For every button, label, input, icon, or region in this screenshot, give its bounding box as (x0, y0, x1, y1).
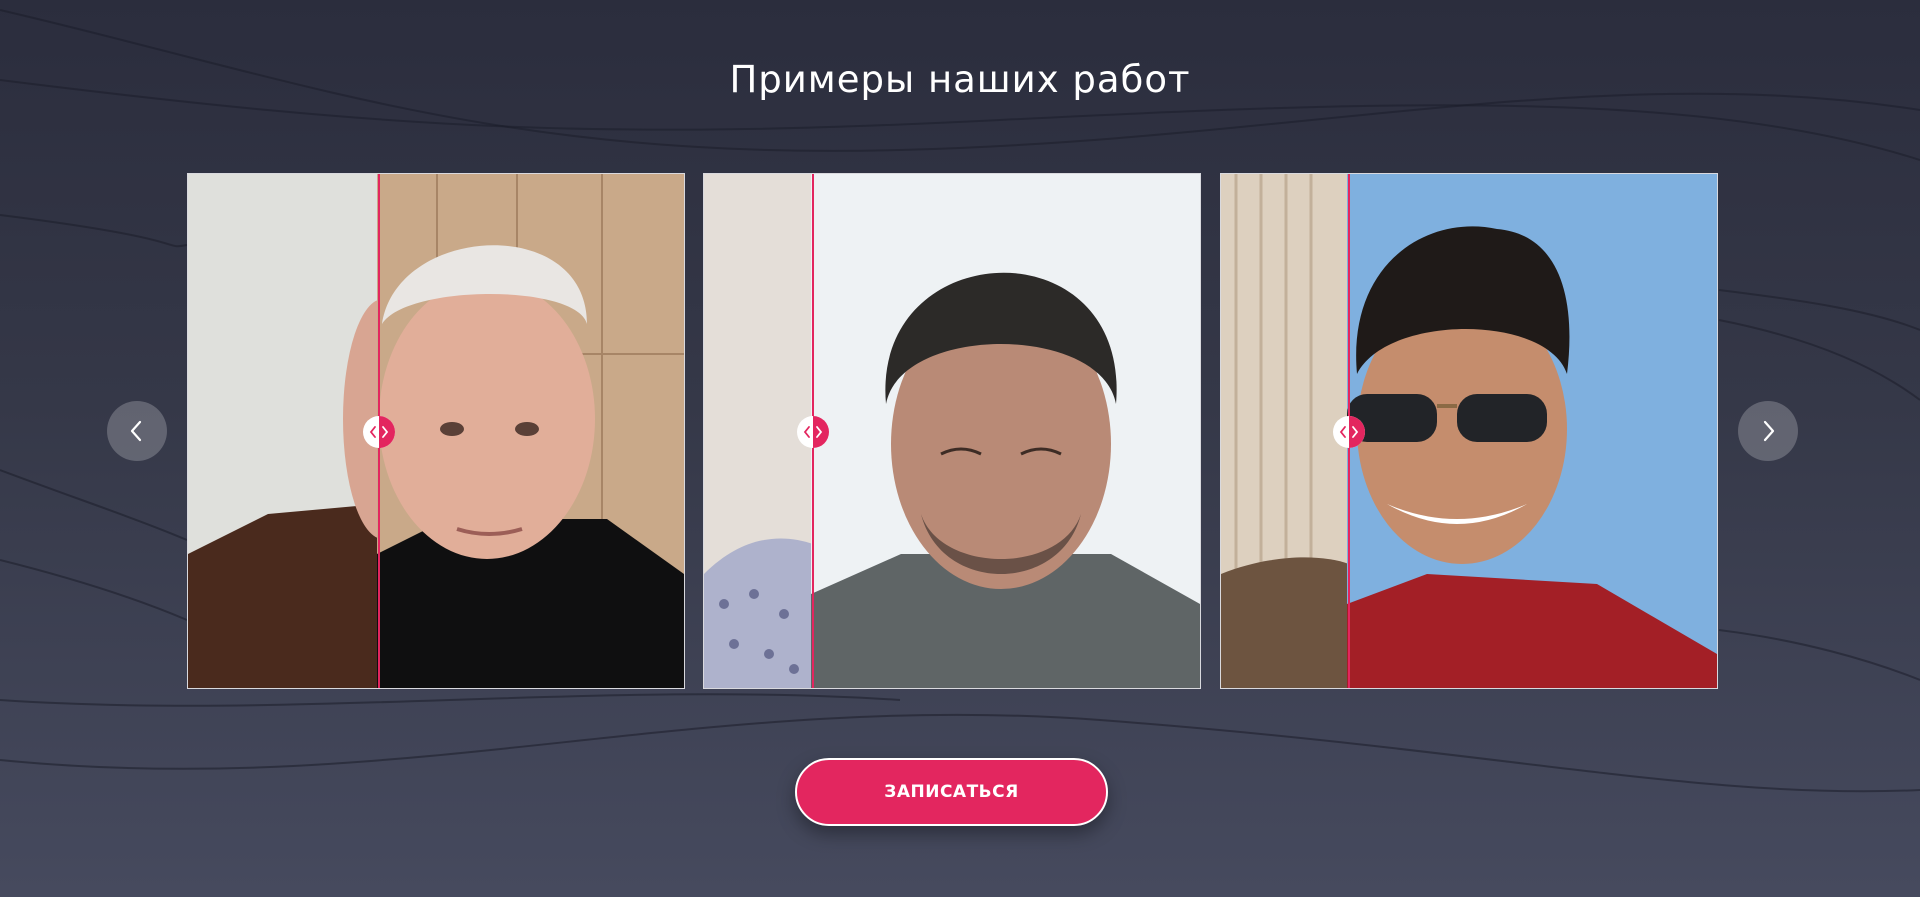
before-after-card (1220, 173, 1718, 689)
prev-slide-button[interactable] (107, 401, 167, 461)
section-title: Примеры наших работ (729, 58, 1191, 101)
chevron-right-icon (1763, 420, 1775, 442)
next-slide-button[interactable] (1738, 401, 1798, 461)
compare-arrows-icon (369, 426, 389, 438)
before-after-slider (187, 173, 1719, 689)
compare-arrows-icon (1339, 426, 1359, 438)
compare-handle[interactable] (1333, 416, 1365, 448)
compare-handle[interactable] (797, 416, 829, 448)
before-after-card (187, 173, 685, 689)
before-photo (1221, 174, 1349, 688)
signup-button[interactable]: ЗАПИСАТЬСЯ (795, 758, 1108, 826)
before-after-card (703, 173, 1201, 689)
compare-handle[interactable] (363, 416, 395, 448)
before-photo (188, 174, 379, 688)
after-photo (377, 174, 684, 688)
compare-arrows-icon (803, 426, 823, 438)
chevron-left-icon (130, 420, 142, 442)
after-photo (1347, 174, 1717, 688)
after-photo (811, 174, 1200, 688)
